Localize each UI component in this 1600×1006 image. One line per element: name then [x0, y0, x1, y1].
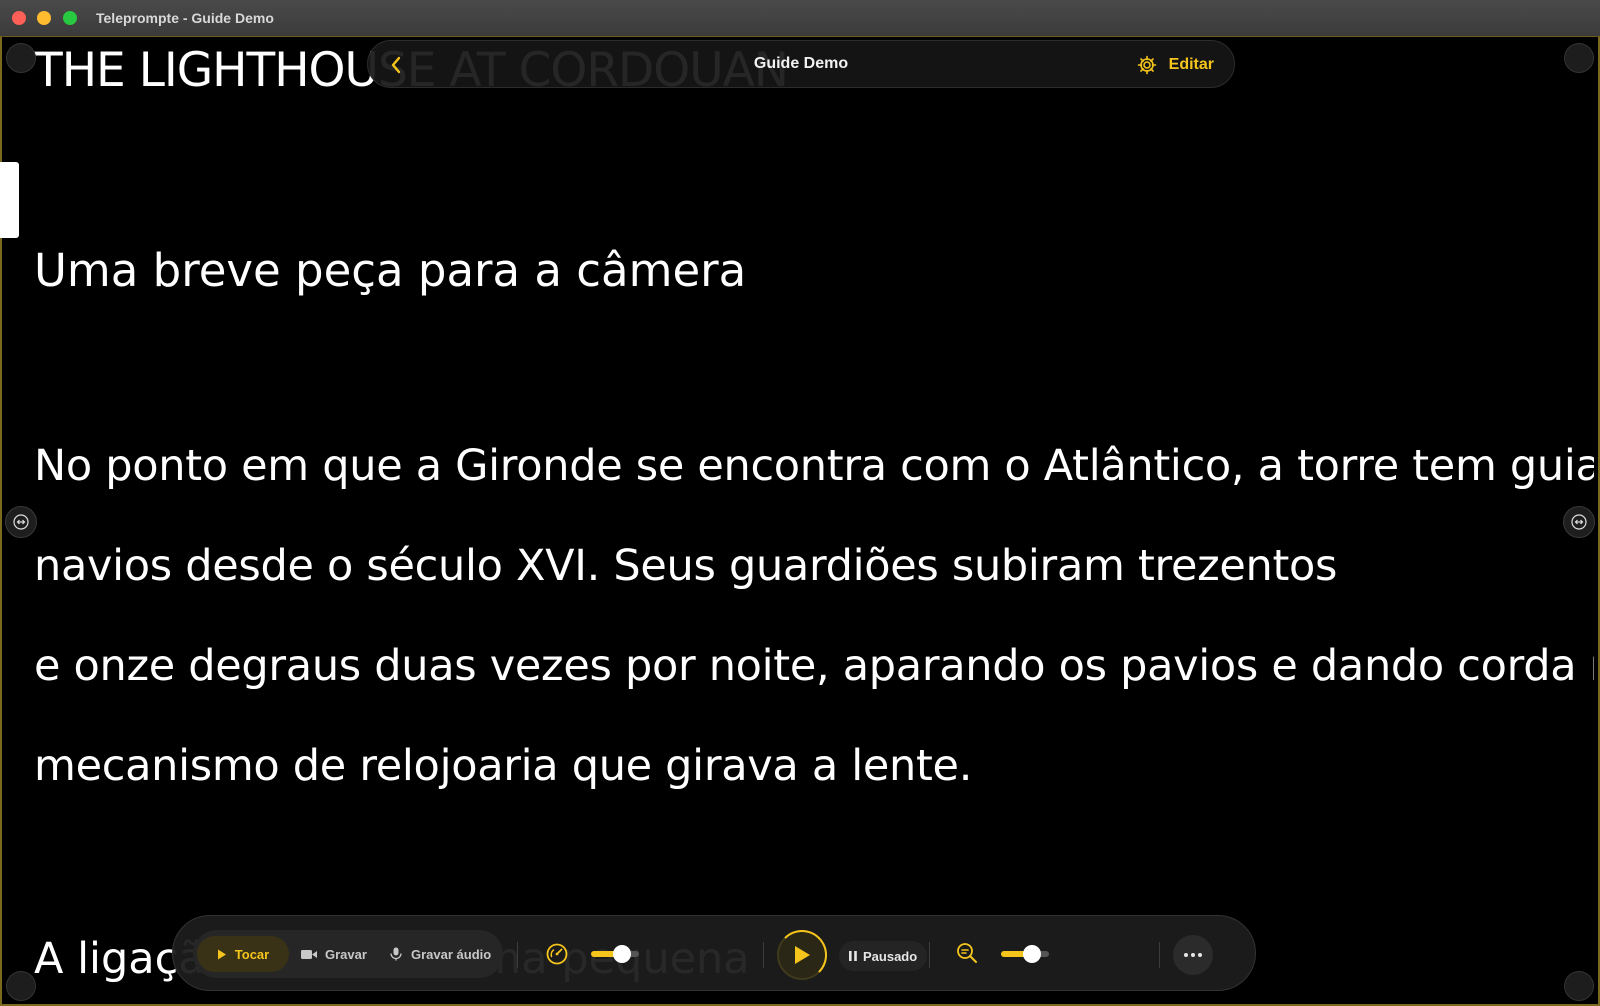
resize-corner-top-right[interactable]: [1564, 43, 1594, 73]
minimize-window-button[interactable]: [37, 11, 51, 25]
divider: [929, 942, 930, 968]
microphone-icon: [390, 947, 402, 961]
mode-audio-label: Gravar áudio: [411, 946, 492, 962]
edit-label: Editar: [1168, 56, 1214, 73]
script-line: navios desde o século XVI. Seus guardiõe…: [34, 541, 1338, 591]
divider: [763, 942, 764, 968]
margin-handle-right[interactable]: [1563, 506, 1595, 538]
zoom-out-icon: [957, 943, 977, 963]
resize-arrows-icon: [13, 514, 29, 530]
script-line: e onze degraus duas vezes por noite, apa…: [34, 641, 1594, 691]
close-window-button[interactable]: [12, 11, 26, 25]
resize-corner-top-left[interactable]: [6, 43, 36, 73]
speedometer-icon: [546, 943, 568, 965]
speed-button[interactable]: [543, 940, 571, 968]
ellipsis-icon: [1184, 953, 1202, 957]
resize-arrows-icon: [1571, 514, 1587, 530]
reading-position-marker[interactable]: [0, 162, 19, 238]
pause-icon: [849, 951, 857, 961]
playback-control-bar: Tocar Gravar Gravar áudio Pausado: [172, 915, 1256, 991]
margin-handle-left[interactable]: [5, 506, 37, 538]
mode-record-button[interactable]: Gravar: [301, 936, 367, 972]
more-options-button[interactable]: [1173, 935, 1213, 975]
mode-play-label: Tocar: [234, 946, 270, 962]
playback-status-label: Pausado: [863, 948, 918, 964]
mode-record-label: Gravar: [325, 946, 367, 962]
title-bar: Teleprompte - Guide Demo: [0, 0, 1600, 37]
zoom-button[interactable]: [953, 939, 981, 967]
mode-play-button[interactable]: Tocar: [197, 936, 289, 972]
resize-corner-bottom-left[interactable]: [6, 971, 36, 1001]
video-camera-icon: [301, 949, 317, 959]
script-line: No ponto em que a Gironde se encontra co…: [34, 441, 1594, 491]
zoom-slider[interactable]: [1001, 945, 1049, 963]
speed-slider-knob[interactable]: [613, 945, 632, 963]
play-icon: [217, 949, 226, 959]
window-title: Teleprompte - Guide Demo: [96, 10, 274, 26]
top-toolbar: Guide Demo Editar: [367, 40, 1235, 88]
play-progress-ring: [777, 930, 827, 980]
gear-icon: [1137, 55, 1156, 75]
script-view[interactable]: THE LIGHTHOUSE AT CORDOUAN Uma breve peç…: [34, 37, 1594, 1006]
divider: [1159, 942, 1160, 968]
playback-status: Pausado: [839, 941, 928, 971]
zoom-window-button[interactable]: [63, 11, 77, 25]
document-title: Guide Demo: [753, 55, 849, 72]
divider: [517, 942, 518, 968]
zoom-slider-knob[interactable]: [1023, 945, 1042, 963]
mode-selector: Tocar Gravar Gravar áudio: [193, 930, 503, 978]
script-subtitle: Uma breve peça para a câmera: [34, 244, 747, 297]
mode-audio-button[interactable]: Gravar áudio: [389, 936, 491, 972]
edit-button[interactable]: Editar: [1137, 51, 1214, 79]
script-line: mecanismo de relojoaria que girava a len…: [34, 741, 973, 791]
speed-slider[interactable]: [591, 945, 639, 963]
play-button[interactable]: [777, 930, 827, 980]
resize-corner-bottom-right[interactable]: [1564, 971, 1594, 1001]
